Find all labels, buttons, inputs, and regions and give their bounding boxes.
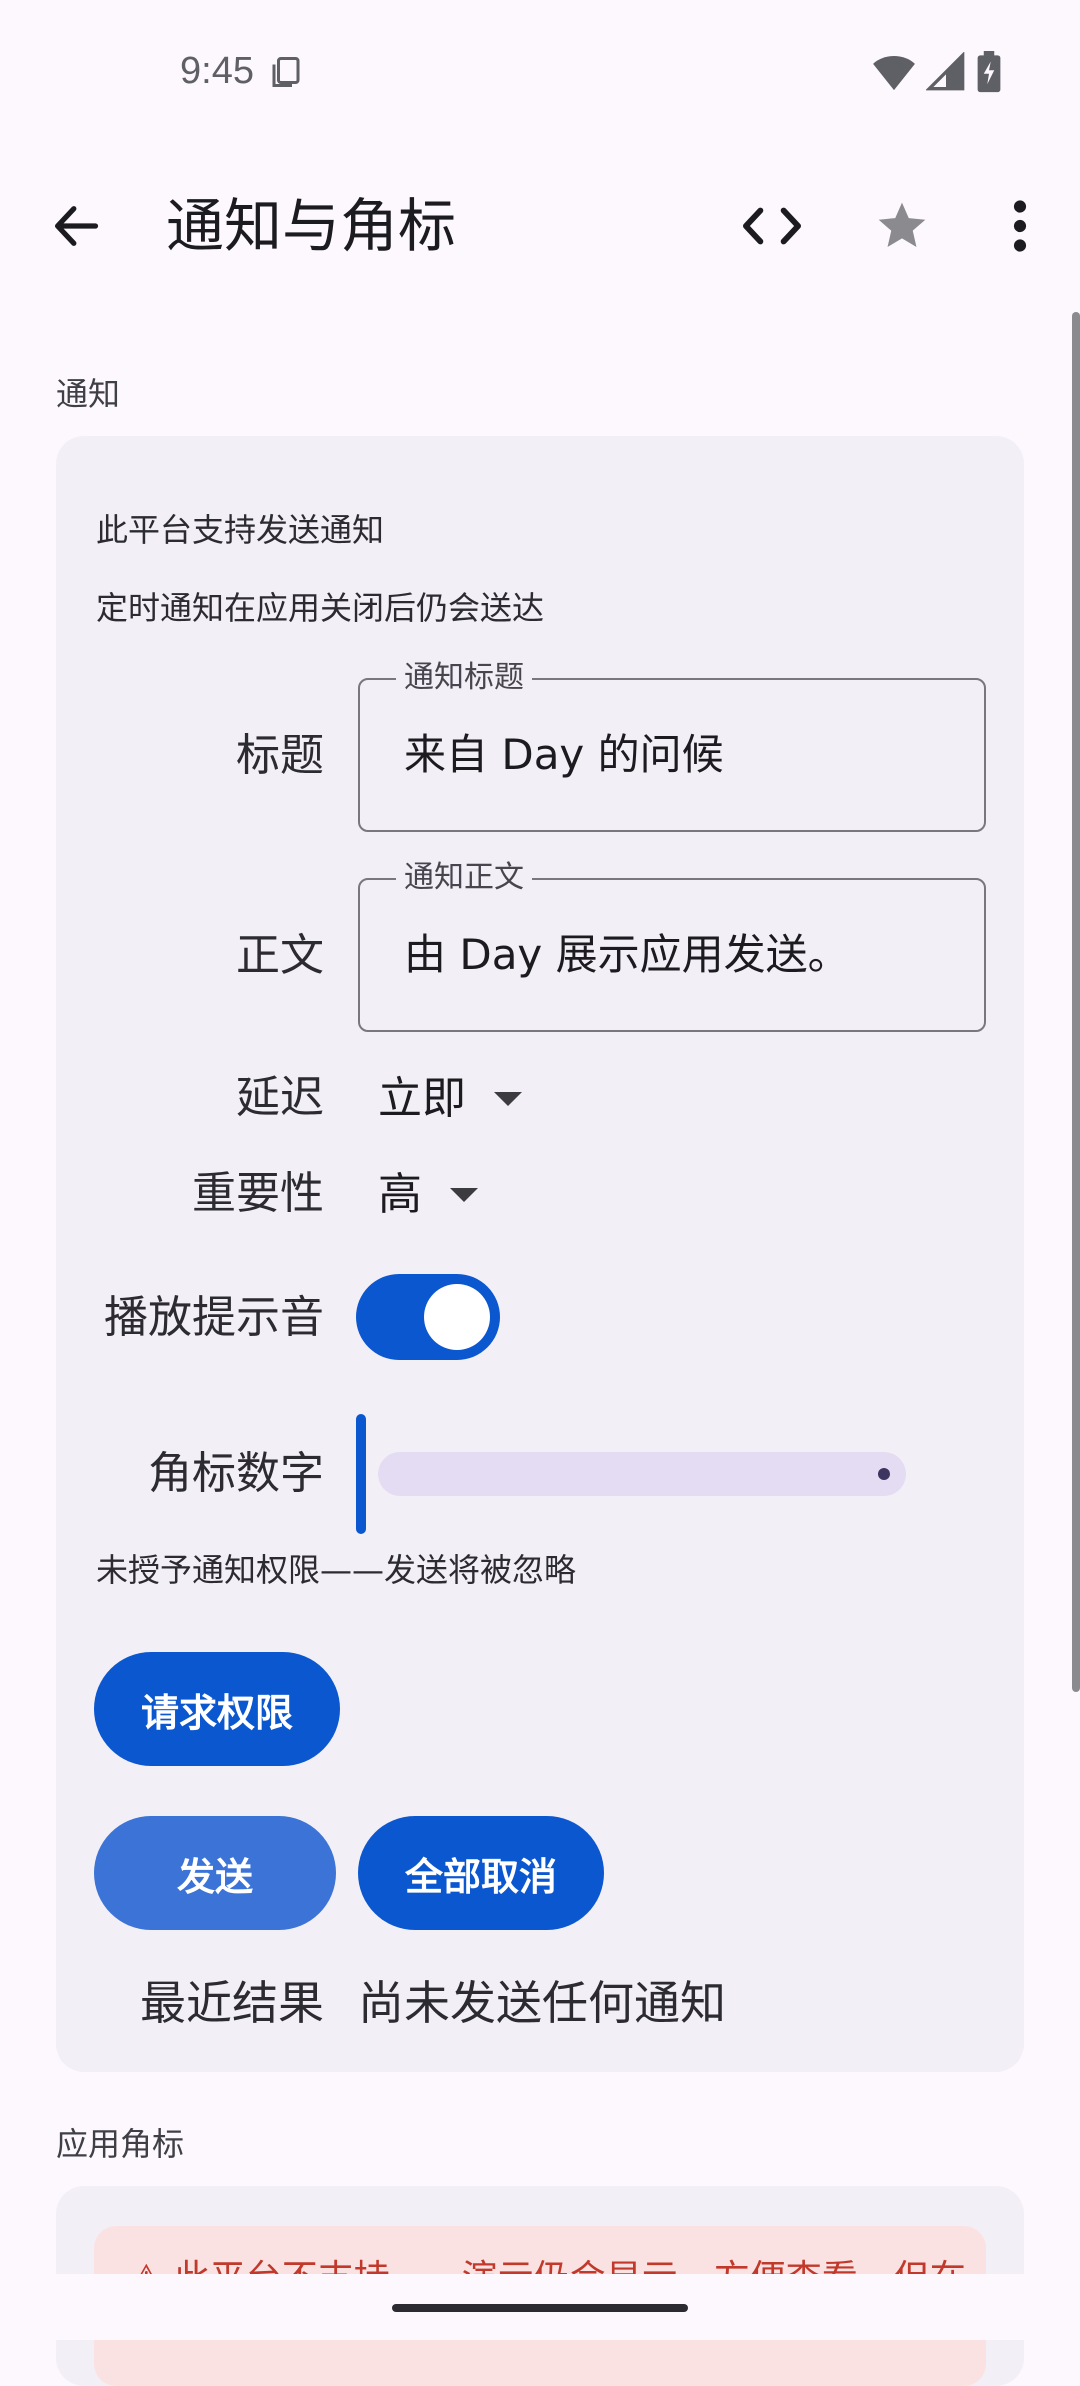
notification-title-input[interactable]: 来自 Day 的问候 [404,726,724,784]
code-icon [743,207,801,245]
badge-count-label: 角标数字 [148,1448,324,1499]
section-header-notify: 通知 [56,375,121,413]
importance-value: 高 [378,1169,422,1220]
title-label: 标题 [236,730,324,781]
navigation-bar [0,2274,1080,2340]
view-code-button[interactable] [736,190,808,262]
slider-track[interactable] [378,1452,906,1496]
notification-title-field-label: 通知标题 [396,658,532,698]
notification-title-field[interactable]: 通知标题 来自 Day 的问候 [358,658,986,832]
favorite-button[interactable] [866,190,938,262]
sound-toggle[interactable] [356,1274,500,1360]
delay-value: 立即 [378,1073,466,1124]
notification-card: 此平台支持发送通知 定时通知在应用关闭后仍会送达 标题 通知标题 来自 Day … [56,436,1024,2072]
more-options-button[interactable] [984,190,1056,262]
slider-stop-indicator [878,1468,890,1480]
notification-body-field-label: 通知正文 [396,858,532,898]
status-bar: 9:45 [0,0,1080,140]
sound-label: 播放提示音 [104,1292,324,1343]
slider-handle[interactable] [356,1414,366,1534]
wifi-icon [873,56,915,91]
more-vert-icon [1013,200,1027,252]
delay-dropdown[interactable]: 立即 [378,1064,522,1134]
notification-body-field[interactable]: 通知正文 由 Day 展示应用发送。 [358,858,986,1032]
delay-label: 延迟 [236,1072,324,1123]
top-app-bar: 通知与角标 [0,170,1080,280]
signal-icon [926,52,965,91]
body-label: 正文 [236,930,324,981]
request-permission-button[interactable]: 请求权限 [94,1652,340,1766]
cancel-all-button[interactable]: 全部取消 [358,1816,604,1930]
permission-warning-text: 未授予通知权限——发送将被忽略 [96,1551,577,1589]
status-time: 9:45 [180,50,254,92]
badge-count-slider[interactable] [356,1414,906,1534]
support-text: 此平台支持发送通知 [96,511,385,549]
scheduled-text: 定时通知在应用关闭后仍会送达 [96,589,545,627]
back-button[interactable] [40,190,112,262]
result-value: 尚未发送任何通知 [358,1976,726,2030]
copy-icon [272,57,300,87]
arrow-back-icon [54,206,99,246]
importance-dropdown[interactable]: 高 [378,1160,478,1230]
status-icons [872,50,1002,94]
importance-label: 重要性 [192,1168,324,1219]
scrollbar[interactable] [1072,312,1080,1692]
star-icon [878,202,926,247]
result-label: 最近结果 [140,1976,324,2030]
battery-charging-icon [977,51,1001,93]
sound-toggle-thumb [424,1284,490,1350]
chevron-down-icon [450,1188,478,1202]
page-title: 通知与角标 [166,192,457,260]
send-button[interactable]: 发送 [94,1816,336,1930]
section-header-badge: 应用角标 [56,2125,185,2163]
notification-body-input[interactable]: 由 Day 展示应用发送。 [404,926,850,984]
chevron-down-icon [494,1092,522,1106]
gesture-handle[interactable] [392,2304,688,2312]
